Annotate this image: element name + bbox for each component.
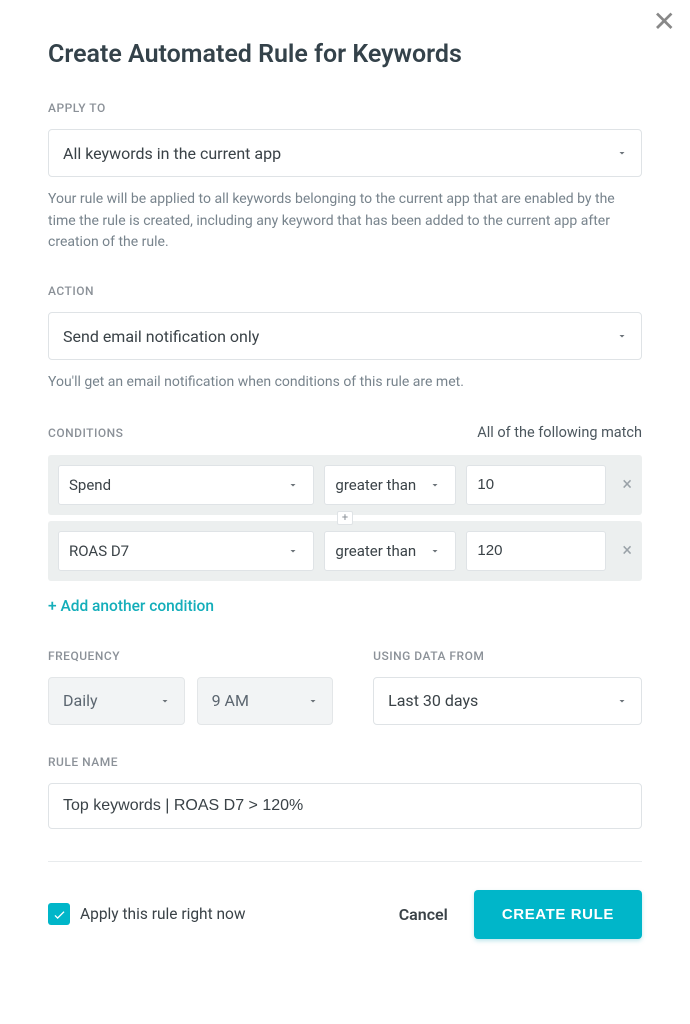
condition-field-value: ROAS D7	[69, 542, 129, 560]
data-from-label: USING DATA FROM	[373, 649, 642, 663]
chevron-down-icon	[287, 545, 299, 557]
data-from-select[interactable]: Last 30 days	[373, 677, 642, 725]
chevron-down-icon	[287, 479, 299, 491]
frequency-time-select[interactable]: 9 AM	[197, 677, 334, 725]
condition-value-input[interactable]	[477, 542, 595, 559]
condition-row: + ROAS D7 greater than ×	[48, 521, 642, 581]
close-icon[interactable]: ✕	[653, 8, 676, 36]
apply-to-helper: Your rule will be applied to all keyword…	[48, 189, 642, 254]
modal-title: Create Automated Rule for Keywords	[48, 40, 642, 69]
condition-field-select[interactable]: ROAS D7	[58, 531, 314, 571]
apply-to-value: All keywords in the current app	[63, 144, 281, 163]
frequency-time-value: 9 AM	[212, 691, 249, 710]
frequency-label: FREQUENCY	[48, 649, 333, 663]
divider	[48, 861, 642, 862]
data-from-value: Last 30 days	[388, 691, 478, 710]
add-condition-button[interactable]: + Add another condition	[48, 597, 642, 615]
apply-to-select[interactable]: All keywords in the current app	[48, 129, 642, 177]
remove-condition-icon[interactable]: ×	[616, 474, 632, 495]
frequency-interval-select[interactable]: Daily	[48, 677, 185, 725]
apply-now-checkbox[interactable]	[48, 903, 70, 925]
condition-row: Spend greater than ×	[48, 455, 642, 515]
conditions-match-text: All of the following match	[477, 424, 642, 441]
condition-field-select[interactable]: Spend	[58, 465, 314, 505]
conditions-label: CONDITIONS	[48, 426, 123, 440]
action-label: ACTION	[48, 284, 642, 298]
condition-field-value: Spend	[69, 476, 111, 494]
check-icon	[52, 907, 67, 922]
condition-operator-value: greater than	[335, 476, 416, 494]
action-select[interactable]: Send email notification only	[48, 312, 642, 360]
condition-value-input-wrap	[466, 531, 606, 571]
condition-value-input-wrap	[466, 465, 606, 505]
condition-value-input[interactable]	[477, 476, 595, 493]
frequency-interval-value: Daily	[63, 691, 98, 710]
condition-operator-select[interactable]: greater than	[324, 531, 456, 571]
apply-now-label: Apply this rule right now	[80, 905, 246, 923]
chevron-down-icon	[429, 479, 441, 491]
action-value: Send email notification only	[63, 327, 259, 346]
modal-footer: Apply this rule right now Cancel CREATE …	[48, 890, 642, 939]
condition-operator-select[interactable]: greater than	[324, 465, 456, 505]
remove-condition-icon[interactable]: ×	[616, 540, 632, 561]
action-helper: You'll get an email notification when co…	[48, 372, 642, 394]
create-rule-button[interactable]: CREATE RULE	[474, 890, 642, 939]
cancel-button[interactable]: Cancel	[399, 905, 448, 924]
condition-connector-icon: +	[337, 511, 353, 525]
chevron-down-icon	[429, 545, 441, 557]
rule-name-input[interactable]	[48, 783, 642, 829]
apply-now-row: Apply this rule right now	[48, 903, 246, 925]
create-rule-modal: ✕ Create Automated Rule for Keywords APP…	[0, 0, 690, 971]
apply-to-label: APPLY TO	[48, 101, 642, 115]
condition-operator-value: greater than	[335, 542, 416, 560]
rule-name-label: RULE NAME	[48, 755, 642, 769]
